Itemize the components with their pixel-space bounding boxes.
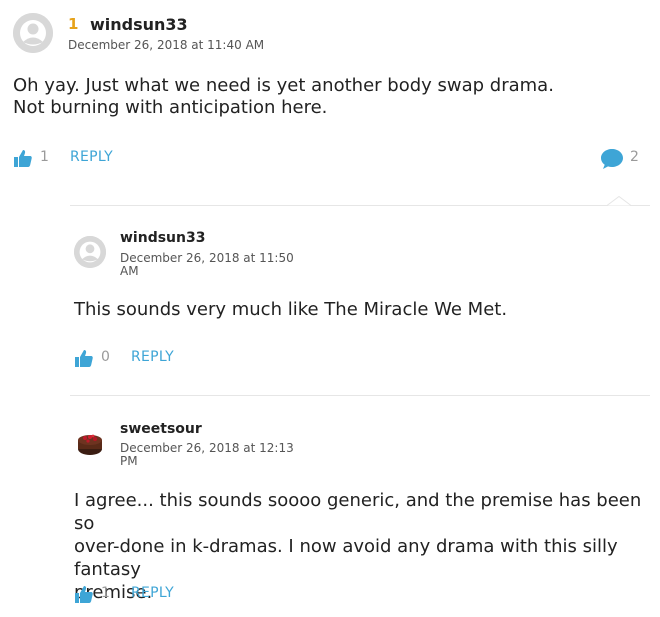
comment-date-line: AM (120, 264, 139, 278)
replies-bubble-icon[interactable] (600, 148, 624, 170)
reply-count: 2 (630, 149, 639, 165)
default-avatar-icon (74, 236, 106, 268)
comment-author[interactable]: windsun33 (90, 15, 188, 34)
comment-author[interactable]: sweetsour (120, 421, 202, 437)
divider (70, 205, 650, 206)
avatar (13, 13, 53, 53)
thumbs-up-icon[interactable] (74, 349, 94, 367)
divider (70, 395, 650, 396)
comment-date[interactable]: December 26, 2018 at 12:13 PM (120, 442, 294, 468)
comment-date[interactable]: December 26, 2018 at 11:50 AM (120, 252, 294, 278)
comment-author[interactable]: windsun33 (120, 230, 205, 246)
reply-button[interactable]: REPLY (70, 149, 113, 165)
comment-body-line: I agree... this sounds soooo generic, an… (74, 490, 642, 534)
comment-body: Oh yay. Just what we need is yet another… (13, 75, 554, 119)
comment-body-line: Not burning with anticipation here. (13, 97, 328, 118)
comment-date-line: December 26, 2018 at 11:50 (120, 251, 294, 265)
cake-avatar-icon (74, 427, 106, 459)
comment-date-line: December 26, 2018 at 12:13 (120, 441, 294, 455)
thumbs-up-icon[interactable] (74, 585, 94, 603)
default-avatar-icon (13, 13, 53, 53)
comment-date[interactable]: December 26, 2018 at 11:40 AM (68, 39, 264, 52)
reply-button[interactable]: REPLY (131, 349, 174, 365)
avatar (74, 236, 106, 268)
like-count: 1 (40, 149, 49, 165)
reply-button[interactable]: REPLY (131, 585, 174, 601)
comment-body: This sounds very much like The Miracle W… (74, 299, 508, 320)
thumbs-up-icon[interactable] (13, 149, 33, 167)
like-count: 1 (101, 585, 110, 601)
like-count: 0 (101, 349, 110, 365)
comment-rank: 1 (68, 15, 79, 33)
comment-body-line: Oh yay. Just what we need is yet another… (13, 75, 554, 96)
thread-notch-icon (607, 196, 631, 206)
comment-body-line: over-done in k-dramas. I now avoid any d… (74, 536, 618, 580)
comment-date-line: PM (120, 454, 138, 468)
avatar (74, 427, 106, 459)
